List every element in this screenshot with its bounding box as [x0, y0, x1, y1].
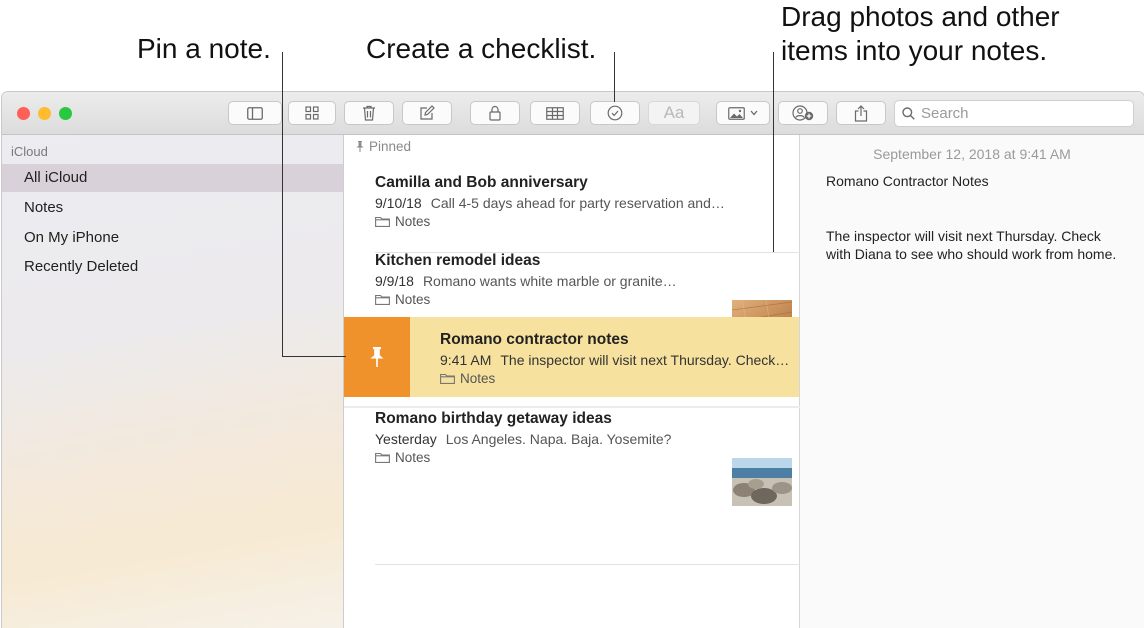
compose-note-button[interactable] — [402, 101, 452, 125]
note-snippet: Call 4-5 days ahead for party reservatio… — [430, 195, 725, 211]
trash-icon — [363, 105, 375, 121]
note-date: Yesterday — [375, 431, 437, 447]
media-button[interactable] — [716, 101, 770, 125]
note-snippet: The inspector will visit next Thursday. … — [500, 352, 790, 368]
list-divider — [344, 406, 800, 408]
editor-date: September 12, 2018 at 9:41 AM — [873, 146, 1071, 162]
sidebar-item-recently-deleted[interactable]: Recently Deleted — [2, 253, 343, 281]
note-preview: 9/9/18 Romano wants white marble or grani… — [375, 273, 677, 289]
sidebar: iCloud All iCloud Notes On My iPhone Rec… — [2, 135, 344, 628]
minimize-button[interactable] — [38, 107, 51, 120]
note-item-kitchen-remodel[interactable]: Kitchen remodel ideas 9/9/18 Romano wants… — [375, 252, 677, 307]
note-editor[interactable]: September 12, 2018 at 9:41 AM Romano Con… — [800, 135, 1144, 628]
sidebar-section-icloud: iCloud — [11, 144, 48, 159]
callout-checklist-line — [614, 52, 615, 102]
note-item-camilla-bob[interactable]: Camilla and Bob anniversary 9/10/18 Call … — [375, 174, 725, 229]
folder-icon — [375, 216, 390, 227]
checklist-button[interactable] — [590, 101, 640, 125]
lock-icon — [489, 105, 501, 121]
note-folder-name: Notes — [395, 450, 431, 465]
folder-icon — [440, 373, 455, 384]
table-icon — [546, 106, 564, 120]
sidebar-toggle-icon — [247, 106, 263, 120]
add-people-icon — [792, 105, 814, 121]
note-title: Camilla and Bob anniversary — [375, 174, 588, 191]
note-folder-name: Notes — [395, 292, 431, 307]
table-button[interactable] — [530, 101, 580, 125]
note-preview: 9:41 AM The inspector will visit next Thu… — [440, 352, 789, 368]
pin-icon — [370, 347, 384, 367]
gallery-view-button[interactable] — [288, 101, 336, 125]
note-folder-name: Notes — [395, 214, 431, 229]
notes-list: Pinned Camilla and Bob anniversary 9/10/… — [344, 135, 800, 628]
folder-icon — [375, 294, 390, 305]
note-folder: Notes — [440, 371, 789, 386]
sidebar-item-on-my-iphone[interactable]: On My iPhone — [2, 224, 343, 252]
pinned-section-header: Pinned — [356, 139, 411, 154]
beach-rocks-thumbnail — [732, 458, 792, 506]
close-button[interactable] — [17, 107, 30, 120]
toolbar: Aa Search — [2, 92, 1144, 135]
pinned-label: Pinned — [369, 139, 412, 154]
add-people-button[interactable] — [778, 101, 828, 125]
lock-note-button[interactable] — [470, 101, 520, 125]
callout-drag-photos-line1: Drag photos and other — [781, 1, 1060, 32]
pin-note-action[interactable] — [344, 317, 410, 397]
share-icon — [854, 104, 868, 122]
note-preview: Yesterday Los Angeles. Napa. Baja. Yosemi… — [375, 431, 671, 447]
note-title: Kitchen remodel ideas — [375, 252, 541, 269]
note-item-romano-contractor[interactable]: Romano contractor notes 9:41 AM The inspe… — [440, 331, 789, 386]
search-field[interactable]: Search — [894, 100, 1134, 127]
chevron-down-icon — [750, 110, 758, 116]
note-preview: 9/10/18 Call 4-5 days ahead for party res… — [375, 195, 725, 211]
zoom-button[interactable] — [59, 107, 72, 120]
sidebar-item-notes[interactable]: Notes — [2, 194, 343, 222]
compose-icon — [420, 105, 435, 120]
callout-pin-note: Pin a note. — [137, 33, 271, 64]
note-title: Romano contractor notes — [440, 331, 629, 348]
search-icon — [902, 107, 915, 120]
list-divider — [375, 564, 800, 565]
folder-icon — [375, 452, 390, 463]
note-date: 9/9/18 — [375, 273, 414, 289]
sidebar-item-all-icloud[interactable]: All iCloud — [2, 164, 343, 192]
callout-drag-photos-line2: items into your notes. — [781, 35, 1048, 66]
note-title: Romano birthday getaway ideas — [375, 410, 612, 427]
editor-title: Romano Contractor Notes — [826, 173, 989, 189]
media-icon — [728, 106, 745, 120]
note-date: 9/10/18 — [375, 195, 422, 211]
note-folder: Notes — [375, 292, 677, 307]
callout-pin-line-horizontal — [282, 356, 346, 357]
note-item-romano-birthday[interactable]: Romano birthday getaway ideas Yesterday L… — [375, 410, 671, 465]
format-text-icon: Aa — [663, 103, 685, 122]
editor-body: The inspector will visit next Thursday. … — [826, 228, 1117, 262]
format-text-button[interactable]: Aa — [648, 101, 700, 125]
share-button[interactable] — [836, 101, 886, 125]
checklist-icon — [607, 105, 623, 121]
callout-pin-line — [282, 52, 283, 357]
note-snippet: Los Angeles. Napa. Baja. Yosemite? — [445, 431, 672, 447]
delete-note-button[interactable] — [344, 101, 394, 125]
note-folder-name: Notes — [460, 371, 496, 386]
note-date: 9:41 AM — [440, 352, 492, 368]
note-folder: Notes — [375, 450, 671, 465]
note-folder: Notes — [375, 214, 725, 229]
pin-icon — [356, 141, 364, 152]
note-snippet: Romano wants white marble or granite… — [422, 273, 677, 289]
callout-drag-line — [773, 52, 774, 252]
notes-window: Aa Search iCloud All iCloud Notes On My … — [2, 92, 1144, 628]
gallery-grid-icon — [305, 106, 319, 120]
callout-create-checklist: Create a checklist. — [366, 33, 597, 64]
search-placeholder: Search — [921, 105, 969, 122]
toggle-sidebar-button[interactable] — [228, 101, 282, 125]
